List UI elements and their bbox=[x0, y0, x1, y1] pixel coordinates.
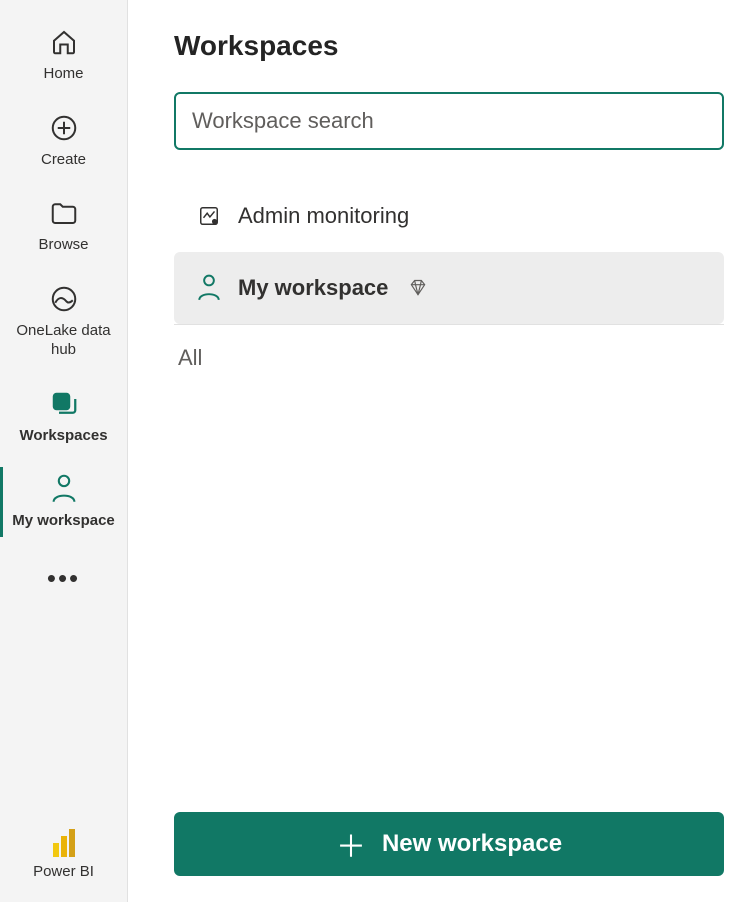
diamond-icon bbox=[408, 278, 428, 298]
nav-onelake[interactable]: OneLake data hub bbox=[0, 269, 127, 374]
nav-more[interactable]: ••• bbox=[0, 545, 127, 611]
nav-powerbi[interactable]: Power BI bbox=[0, 815, 127, 902]
nav-my-workspace[interactable]: My workspace bbox=[0, 459, 127, 545]
workspace-item-my-workspace[interactable]: My workspace bbox=[174, 252, 724, 324]
plus-icon: ＋ bbox=[336, 822, 366, 866]
nav-my-workspace-label: My workspace bbox=[12, 511, 115, 531]
page-title: Workspaces bbox=[174, 30, 724, 62]
nav-browse[interactable]: Browse bbox=[0, 183, 127, 269]
folder-icon bbox=[48, 197, 80, 229]
workspace-item-admin-monitoring[interactable]: Admin monitoring bbox=[174, 180, 724, 252]
nav-home[interactable]: Home bbox=[0, 12, 127, 98]
nav-browse-label: Browse bbox=[38, 235, 88, 255]
search-wrap bbox=[174, 92, 724, 150]
nav-onelake-label: OneLake data hub bbox=[4, 321, 123, 360]
new-workspace-button[interactable]: ＋ New workspace bbox=[174, 812, 724, 876]
monitoring-icon bbox=[196, 203, 222, 229]
workspace-item-label: My workspace bbox=[238, 275, 388, 301]
new-workspace-button-label: New workspace bbox=[382, 830, 562, 858]
nav-home-label: Home bbox=[43, 64, 83, 84]
plus-circle-icon bbox=[48, 112, 80, 144]
section-all-label: All bbox=[174, 325, 724, 391]
nav-powerbi-label: Power BI bbox=[33, 863, 94, 880]
workspace-list: Admin monitoring My workspace bbox=[174, 180, 724, 325]
workspace-item-label: Admin monitoring bbox=[238, 203, 409, 229]
nav-create-label: Create bbox=[41, 150, 86, 170]
workspace-search-input[interactable] bbox=[174, 92, 724, 150]
home-icon bbox=[48, 26, 80, 58]
workspaces-icon bbox=[48, 388, 80, 420]
left-nav-sidebar: Home Create Browse OneLake data hub bbox=[0, 0, 128, 902]
nav-workspaces-label: Workspaces bbox=[19, 426, 107, 446]
onelake-icon bbox=[48, 283, 80, 315]
workspaces-panel: Workspaces Admin monitoring My works bbox=[128, 0, 750, 902]
powerbi-icon bbox=[53, 829, 75, 857]
nav-workspaces[interactable]: Workspaces bbox=[0, 374, 127, 460]
person-icon bbox=[196, 275, 222, 301]
nav-create[interactable]: Create bbox=[0, 98, 127, 184]
more-icon: ••• bbox=[47, 565, 80, 591]
person-icon bbox=[48, 473, 80, 505]
